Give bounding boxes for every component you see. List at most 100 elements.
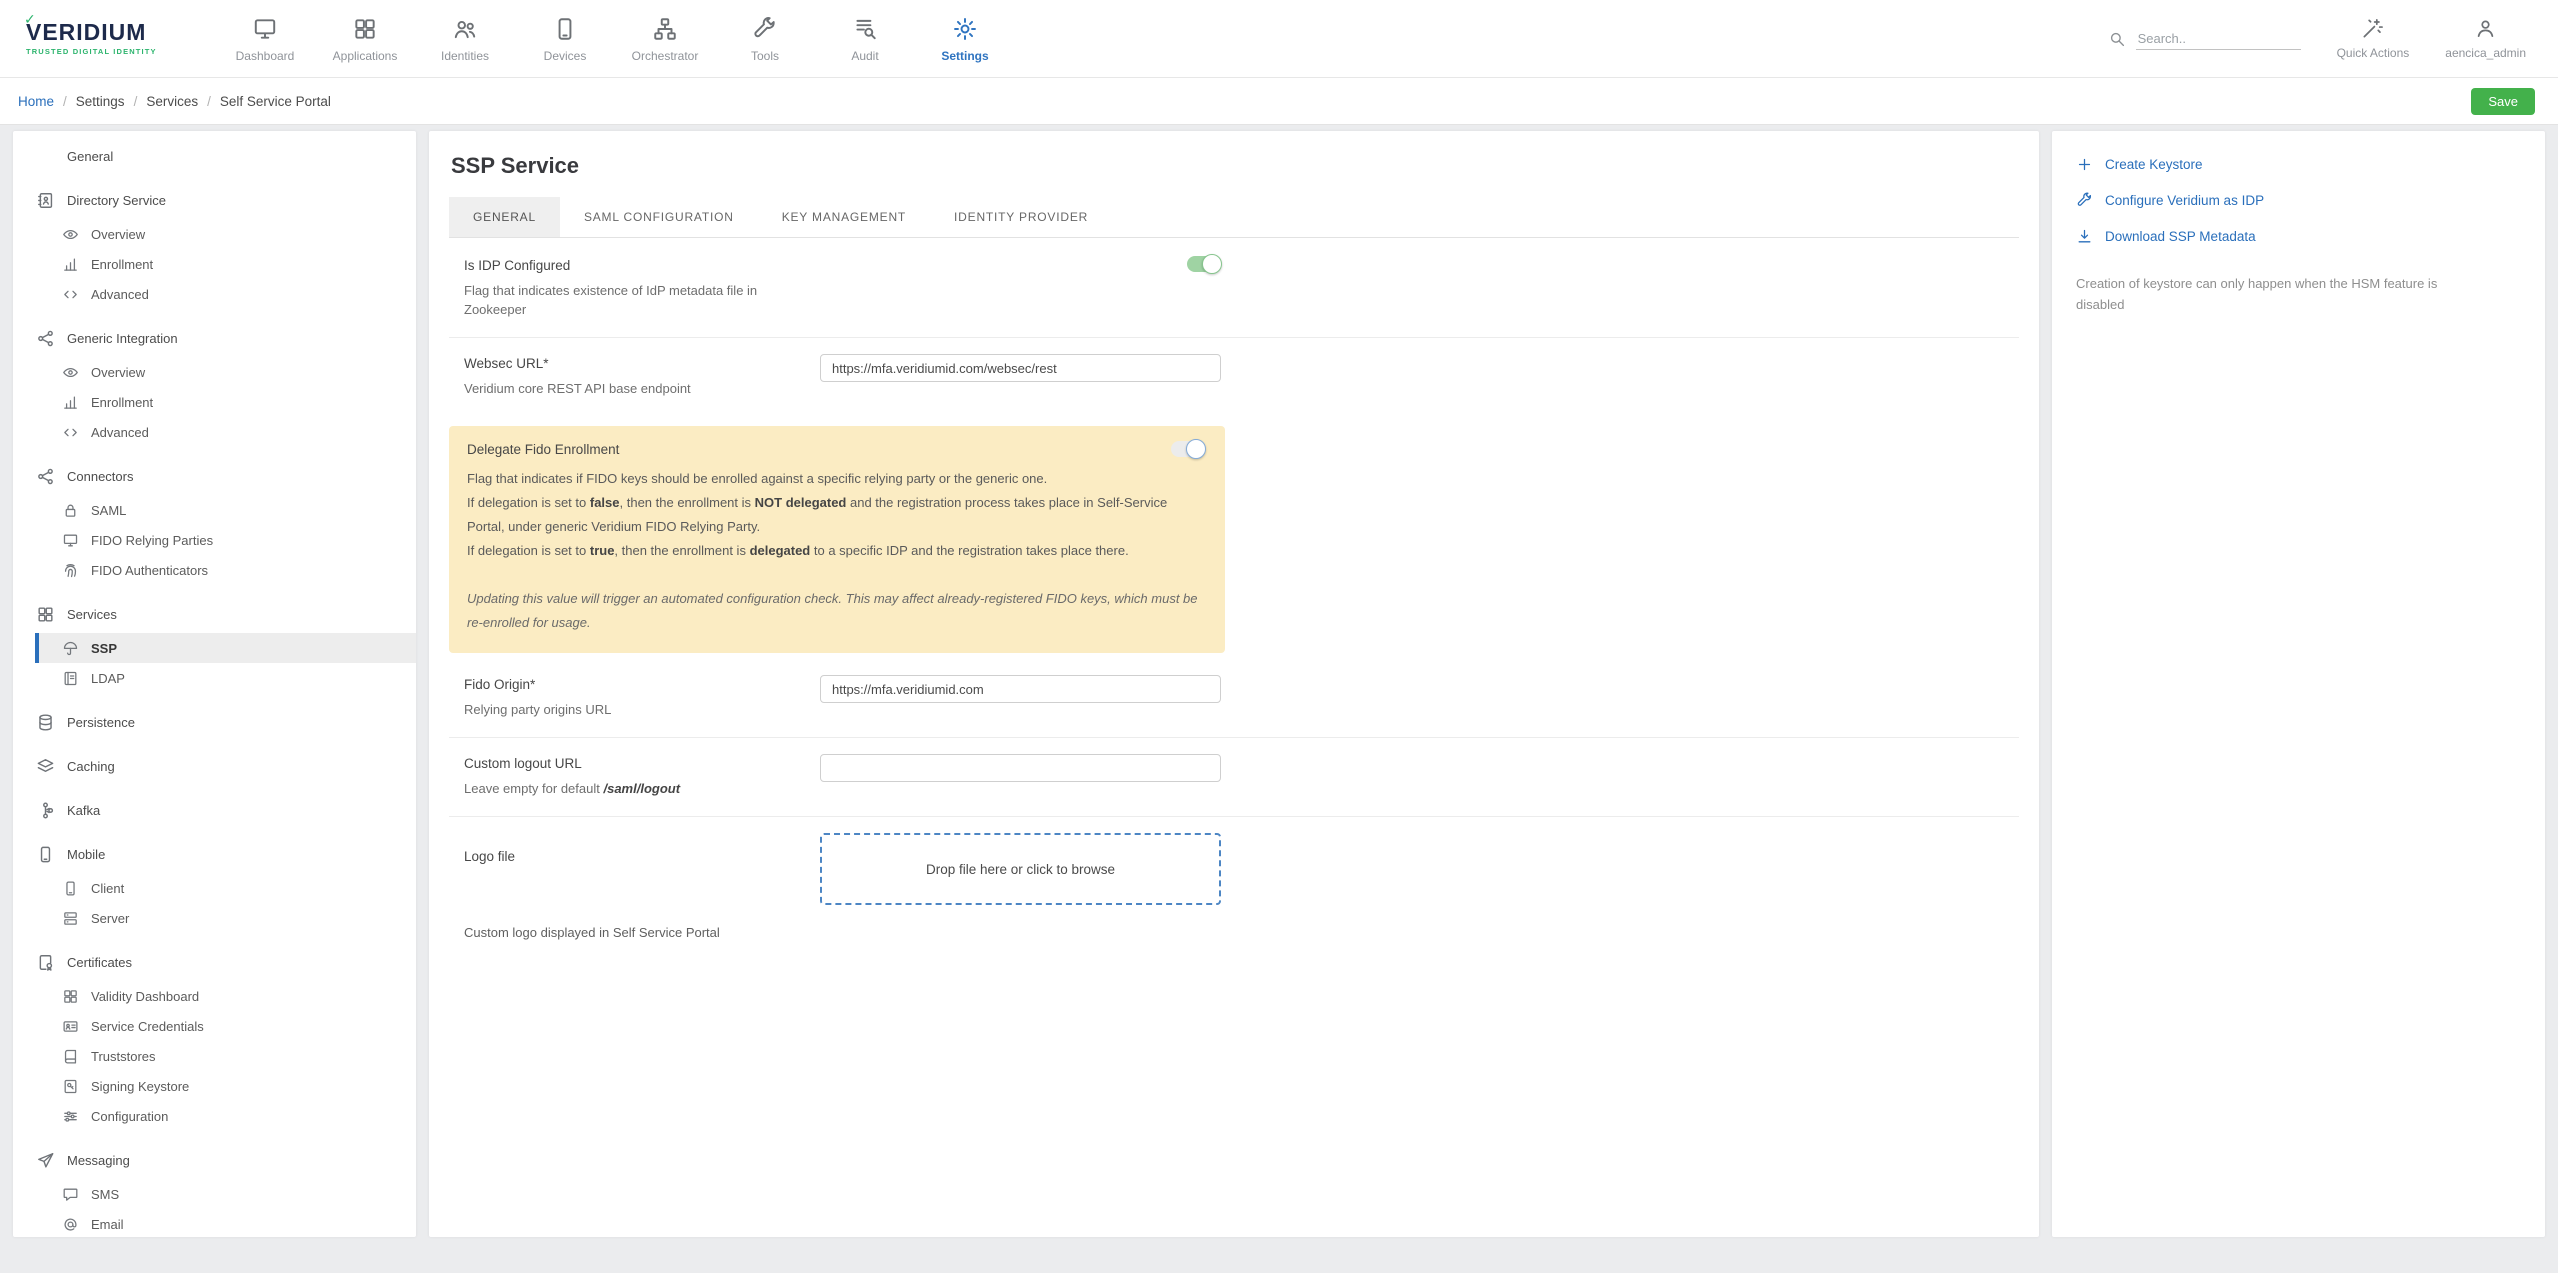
websec-url-input[interactable]: [820, 354, 1221, 382]
action-link-label: Create Keystore: [2105, 157, 2203, 172]
configure-veridium-as-idp-link[interactable]: Configure Veridium as IDP: [2076, 189, 2521, 211]
sidebar-item-label: Email: [91, 1217, 124, 1232]
sidebar-item-service-credentials[interactable]: Service Credentials: [13, 1011, 416, 1041]
create-keystore-link[interactable]: Create Keystore: [2076, 153, 2521, 175]
sidebar-section-caching[interactable]: Caching: [13, 751, 416, 781]
download-ssp-metadata-link[interactable]: Download SSP Metadata: [2076, 225, 2521, 247]
sidebar-section-directory-service[interactable]: Directory Service: [13, 185, 416, 215]
sidebar-item-truststores[interactable]: Truststores: [13, 1041, 416, 1071]
search-box: [2108, 28, 2301, 50]
field-label: Is IDP Configured: [464, 258, 820, 273]
sidebar-item-sms[interactable]: SMS: [13, 1179, 416, 1209]
nav-item-devices[interactable]: Devices: [515, 14, 615, 63]
nav-item-audit[interactable]: Audit: [815, 14, 915, 63]
sidebar-section-messaging[interactable]: Messaging: [13, 1145, 416, 1175]
sidebar-item-label: LDAP: [91, 671, 125, 686]
sidebar-item-generic-overview[interactable]: Overview: [13, 357, 416, 387]
toggle-knob: [1186, 439, 1206, 459]
tools-icon: [752, 16, 778, 42]
sidebar-item-signing-keystore[interactable]: Signing Keystore: [13, 1071, 416, 1101]
fido-origin-input[interactable]: [820, 675, 1221, 703]
search-input[interactable]: [2136, 28, 2301, 50]
sidebar-item-label: SSP: [91, 641, 117, 656]
logo-dropzone[interactable]: Drop file here or click to browse: [820, 833, 1221, 905]
quick-actions-button[interactable]: Quick Actions: [2337, 17, 2410, 60]
breadcrumb-item[interactable]: Services: [146, 94, 198, 109]
grid-icon: [62, 988, 79, 1005]
nav-item-applications[interactable]: Applications: [315, 14, 415, 63]
fingerprint-icon: [62, 562, 79, 579]
save-button[interactable]: Save: [2471, 88, 2535, 115]
tab-bar: GENERALSAML CONFIGURATIONKEY MANAGEMENTI…: [449, 197, 2019, 238]
veridium-logo[interactable]: ✓ VERIDIUM TRUSTED DIGITAL IDENTITY: [26, 21, 201, 56]
nav-item-identities[interactable]: Identities: [415, 14, 515, 63]
tab-saml-configuration[interactable]: SAML CONFIGURATION: [560, 197, 758, 237]
dashboard-icon: [252, 16, 278, 42]
sidebar-item-server[interactable]: Server: [13, 903, 416, 933]
form-row-fido-origin: Fido Origin* Relying party origins URL: [449, 659, 2019, 738]
breadcrumb-separator: /: [207, 94, 211, 109]
breadcrumb-item: Self Service Portal: [220, 94, 331, 109]
address-book-icon: [36, 191, 55, 210]
page-title: SSP Service: [451, 153, 2019, 179]
nav-item-dashboard[interactable]: Dashboard: [215, 14, 315, 63]
user-icon: [2474, 17, 2497, 40]
breadcrumb-item[interactable]: Settings: [76, 94, 125, 109]
brand-tagline: TRUSTED DIGITAL IDENTITY: [26, 48, 201, 56]
custom-logout-url-input[interactable]: [820, 754, 1221, 782]
nav-item-label: Dashboard: [236, 49, 295, 63]
delegate-fido-enrollment-toggle[interactable]: [1171, 441, 1205, 457]
sidebar-item-label: Signing Keystore: [91, 1079, 189, 1094]
sidebar-item-label: FIDO Authenticators: [91, 563, 208, 578]
sidebar-section-label: Directory Service: [67, 193, 166, 208]
sidebar-item-configuration[interactable]: Configuration: [13, 1101, 416, 1131]
sidebar-item-fido-authenticators[interactable]: FIDO Authenticators: [13, 555, 416, 585]
sidebar-item-generic-advanced[interactable]: Advanced: [13, 417, 416, 447]
tab-general[interactable]: GENERAL: [449, 197, 560, 237]
sidebar-item-directory-enrollment[interactable]: Enrollment: [13, 249, 416, 279]
sidebar-section-label: Messaging: [67, 1153, 130, 1168]
sidebar-item-generic-enrollment[interactable]: Enrollment: [13, 387, 416, 417]
nav-item-settings[interactable]: Settings: [915, 14, 1015, 63]
layers-icon: [36, 757, 55, 776]
tab-identity-provider[interactable]: IDENTITY PROVIDER: [930, 197, 1112, 237]
sidebar-section-certificates[interactable]: Certificates: [13, 947, 416, 977]
sidebar-section-generic-integration[interactable]: Generic Integration: [13, 323, 416, 353]
send-icon: [36, 1151, 55, 1170]
user-menu[interactable]: aencica_admin: [2445, 17, 2526, 60]
sidebar-section-mobile[interactable]: Mobile: [13, 839, 416, 869]
sidebar-item-directory-overview[interactable]: Overview: [13, 219, 416, 249]
sidebar-item-label: Enrollment: [91, 395, 153, 410]
field-description: Flag that indicates existence of IdP met…: [464, 281, 820, 319]
sidebar-section-general[interactable]: General: [13, 141, 416, 171]
tab-key-management[interactable]: KEY MANAGEMENT: [758, 197, 930, 237]
nav-item-tools[interactable]: Tools: [715, 14, 815, 63]
sidebar-item-saml[interactable]: SAML: [13, 495, 416, 525]
nav-item-orchestrator[interactable]: Orchestrator: [615, 14, 715, 63]
breadcrumb-item[interactable]: Home: [18, 94, 54, 109]
sidebar-section-connectors[interactable]: Connectors: [13, 461, 416, 491]
top-navigation-bar: ✓ VERIDIUM TRUSTED DIGITAL IDENTITY Dash…: [0, 0, 2558, 78]
sidebar-item-ssp[interactable]: SSP: [35, 633, 416, 663]
server-icon: [62, 910, 79, 927]
sidebar-item-client[interactable]: Client: [13, 873, 416, 903]
sidebar-section-services[interactable]: Services: [13, 599, 416, 629]
sidebar-item-fido-relying-parties[interactable]: FIDO Relying Parties: [13, 525, 416, 555]
sidebar-section-persistence[interactable]: Persistence: [13, 707, 416, 737]
umbrella-icon: [62, 640, 79, 657]
nav-item-label: Applications: [333, 49, 398, 63]
share-nodes-icon: [36, 467, 55, 486]
sidebar-item-label: Service Credentials: [91, 1019, 204, 1034]
mobile-icon: [62, 880, 79, 897]
is-idp-configured-toggle[interactable]: [1187, 256, 1221, 272]
sidebar-item-email[interactable]: Email: [13, 1209, 416, 1237]
sidebar-item-validity-dashboard[interactable]: Validity Dashboard: [13, 981, 416, 1011]
main-panel: SSP Service GENERALSAML CONFIGURATIONKEY…: [429, 131, 2039, 1237]
toggle-knob: [1202, 254, 1222, 274]
sidebar-item-ldap[interactable]: LDAP: [13, 663, 416, 693]
sidebar-section-label: Certificates: [67, 955, 132, 970]
breadcrumb-separator: /: [63, 94, 67, 109]
code-icon: [62, 424, 79, 441]
sidebar-item-directory-advanced[interactable]: Advanced: [13, 279, 416, 309]
sidebar-section-kafka[interactable]: Kafka: [13, 795, 416, 825]
